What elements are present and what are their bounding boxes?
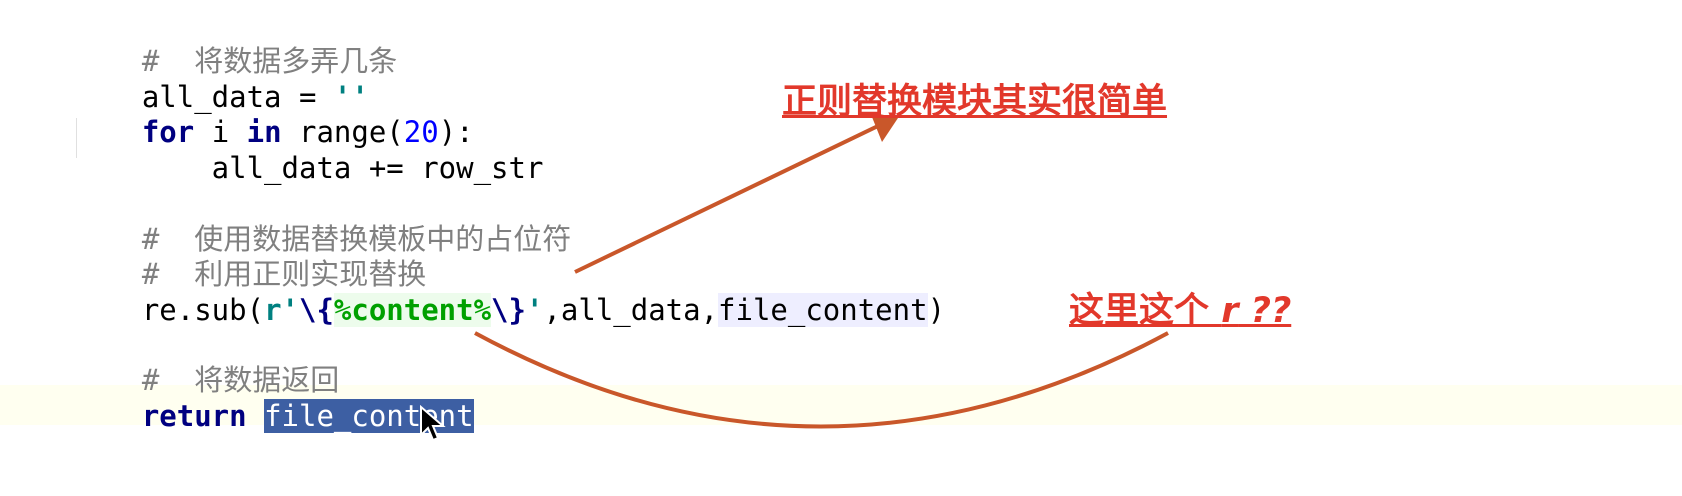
annotation-what-is-r: 这里这个 r ?? bbox=[1069, 282, 1291, 333]
annotation-r: r bbox=[1221, 291, 1239, 331]
mouse-pointer-icon bbox=[420, 405, 446, 442]
arrow-to-title bbox=[574, 123, 881, 274]
annotation-prefix: 这里这个 bbox=[1069, 291, 1222, 331]
annotation-text: 正则替换模块其实很简单 bbox=[782, 82, 1168, 122]
editor-screenshot: # 将数据多弄几条 all_data = '' for i in range(2… bbox=[0, 0, 1682, 496]
annotation-regex-simple: 正则替换模块其实很简单 bbox=[782, 73, 1167, 124]
arrow-curve-r bbox=[474, 331, 1169, 429]
annotation-suffix: ?? bbox=[1238, 291, 1292, 331]
